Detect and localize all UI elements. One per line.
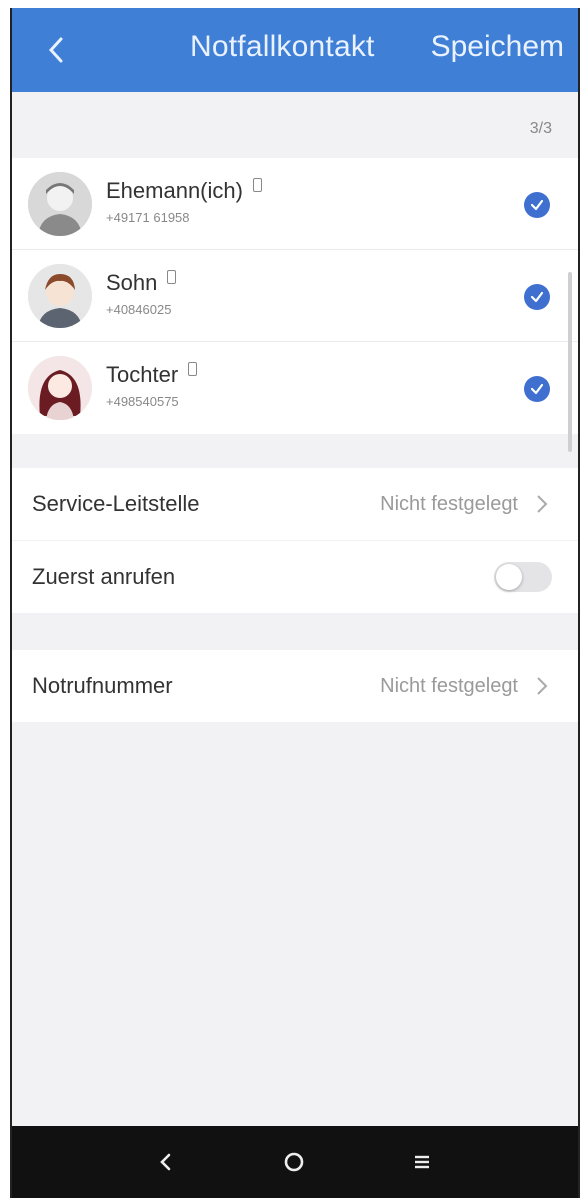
nav-menu-button[interactable]	[404, 1144, 440, 1180]
contact-name: Ehemann(ich)	[106, 178, 262, 204]
call-first-label: Zuerst anrufen	[32, 564, 176, 589]
mobile-phone-icon	[167, 270, 177, 284]
scrollbar[interactable]	[568, 272, 572, 452]
emergency-number-value: Nicht festgelegt	[380, 674, 518, 697]
contact-name: Sohn	[106, 270, 177, 296]
chevron-right-icon	[536, 676, 548, 696]
girl-avatar-icon	[28, 356, 92, 420]
back-button[interactable]	[34, 28, 78, 72]
service-center-row[interactable]: Service-Leitstelle Nicht festgelegt	[12, 468, 578, 540]
system-navigation-bar	[12, 1126, 578, 1198]
service-center-value: Nicht festgelegt	[380, 492, 518, 515]
phone-screen: Notfallkontakt Speichem 3/3 Ehemann(ich)…	[10, 8, 580, 1198]
boy-avatar-icon	[28, 264, 92, 328]
contact-row-ehemann[interactable]: Ehemann(ich) +49171 61958	[12, 158, 578, 250]
service-center-label: Service-Leitstelle	[32, 491, 200, 516]
save-button[interactable]: Speichem	[431, 30, 564, 64]
contact-number: +40846025	[106, 302, 172, 317]
contact-name: Tochter	[106, 362, 198, 388]
mobile-phone-icon	[252, 178, 262, 192]
home-circle-icon	[284, 1152, 304, 1172]
man-gray-avatar-icon	[28, 172, 92, 236]
contact-row-tochter[interactable]: Tochter +498540575	[12, 342, 578, 434]
contact-number: +49171 61958	[106, 210, 190, 225]
checkmark-icon[interactable]	[524, 192, 550, 218]
header-bar: Notfallkontakt Speichem	[12, 8, 578, 92]
contact-number: +498540575	[106, 394, 179, 409]
page-title: Notfallkontakt	[190, 30, 375, 63]
contact-row-sohn[interactable]: Sohn +40846025	[12, 250, 578, 342]
nav-back-button[interactable]	[148, 1144, 184, 1180]
toggle-knob	[496, 564, 522, 590]
emergency-number-row[interactable]: Notrufnummer Nicht festgelegt	[12, 650, 578, 722]
checkmark-icon[interactable]	[524, 376, 550, 402]
call-first-toggle[interactable]	[494, 562, 552, 592]
nav-home-button[interactable]	[276, 1144, 312, 1180]
menu-lines-icon	[415, 1155, 429, 1169]
emergency-number-label: Notrufnummer	[32, 673, 173, 698]
back-triangle-icon	[160, 1153, 171, 1171]
call-first-row: Zuerst anrufen	[12, 541, 578, 613]
contact-list: Ehemann(ich) +49171 61958 Sohn +40846025…	[12, 158, 578, 434]
chevron-left-icon	[48, 37, 63, 63]
contact-count: 3/3	[529, 120, 552, 137]
mobile-phone-icon	[188, 362, 198, 376]
checkmark-icon[interactable]	[524, 284, 550, 310]
chevron-right-icon	[536, 494, 548, 514]
